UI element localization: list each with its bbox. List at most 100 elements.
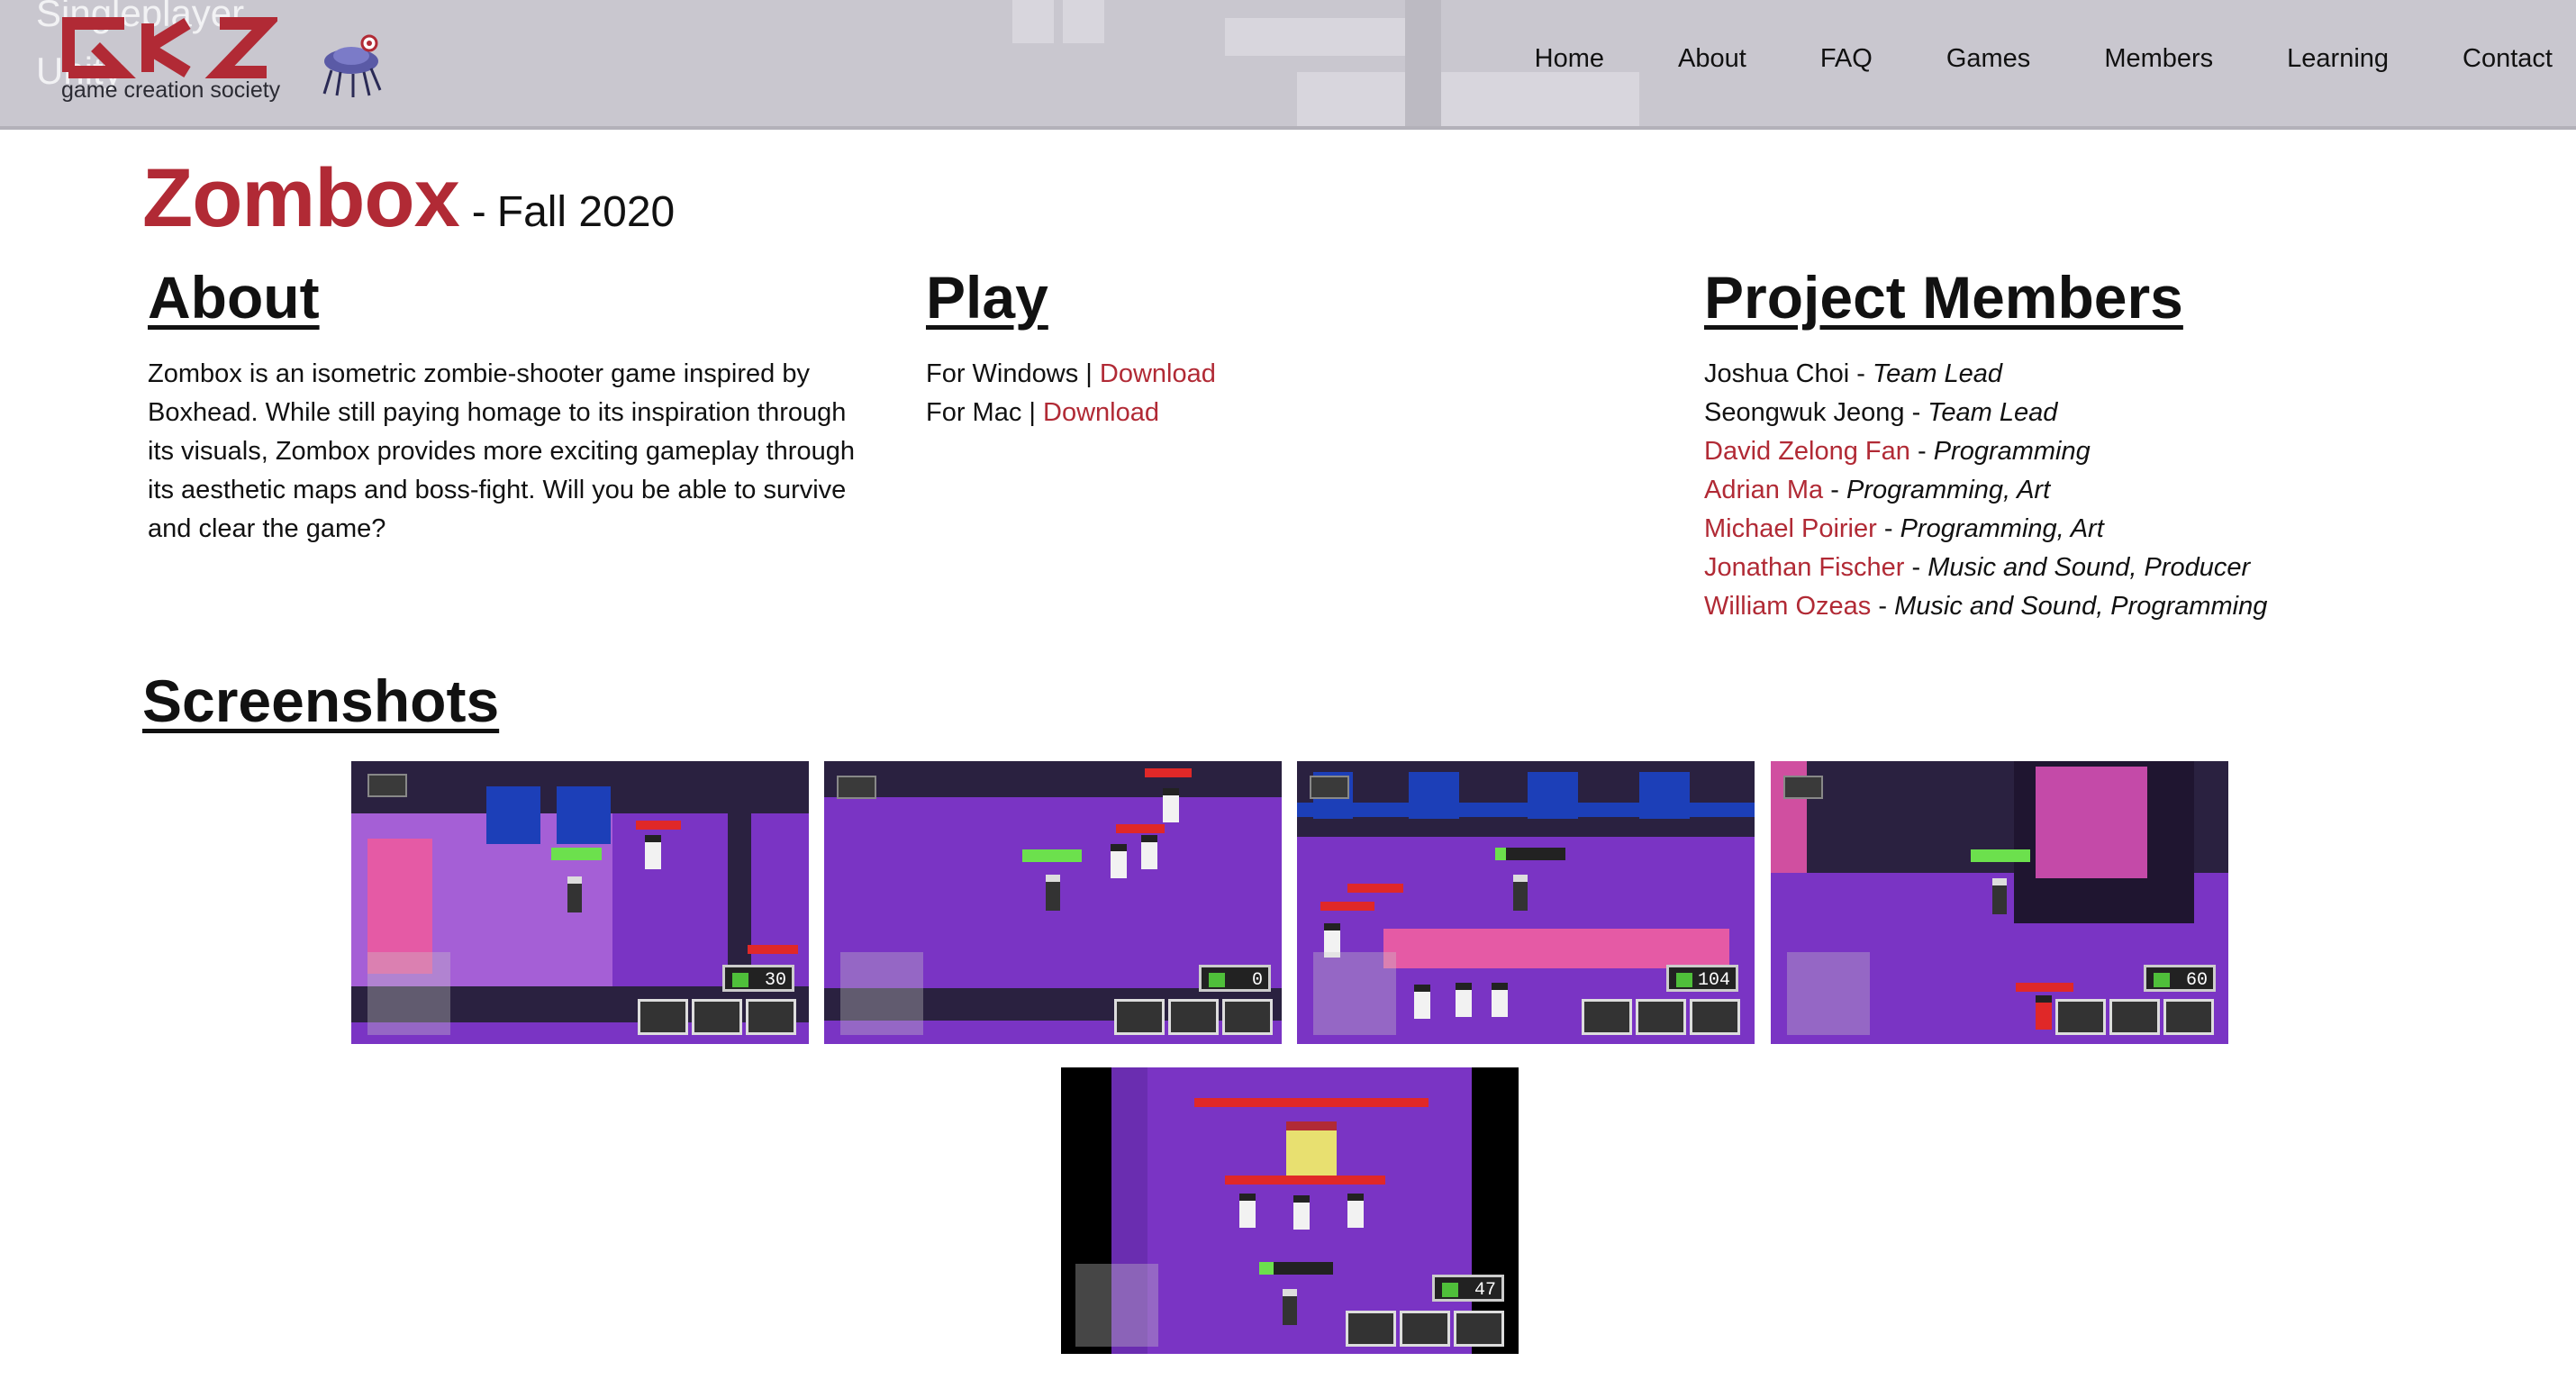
main-nav: Home About FAQ Games Members Learning Co… (1461, 0, 2576, 117)
nav-members[interactable]: Members (2104, 44, 2213, 74)
download-mac-link[interactable]: Download (1043, 398, 1159, 427)
nav-home[interactable]: Home (1535, 44, 1604, 74)
member-item: David Zelong Fan - Programming (1704, 432, 2267, 471)
enemy-health-bar (2016, 983, 2073, 992)
member-name-link[interactable]: Jonathan Fischer (1704, 553, 1904, 582)
member-separator: - (1917, 437, 1927, 466)
zombie-sprite (645, 835, 661, 869)
nav-about[interactable]: About (1678, 44, 1746, 74)
nav-games[interactable]: Games (1946, 44, 2030, 74)
money-counter: 30 (722, 965, 794, 992)
member-name-link[interactable]: Michael Poirier (1704, 514, 1877, 543)
header-bg-block (1063, 0, 1104, 43)
about-line: its aesthetic maps and boss-fight. Will … (148, 476, 847, 504)
play-separator: | (1085, 359, 1093, 388)
header-bg-block (1225, 18, 1414, 56)
about-line: Boxhead. While still paying homage to it… (148, 398, 847, 427)
member-role: Team Lead (1873, 359, 2003, 388)
money-counter: 0 (1199, 965, 1271, 992)
member-name-link[interactable]: David Zelong Fan (1704, 437, 1910, 466)
zombie-sprite (1414, 985, 1430, 1019)
member-role: Programming, Art (1900, 514, 2104, 543)
game-semester: Fall 2020 (496, 188, 676, 236)
player-health-bar (1022, 849, 1082, 862)
player-sprite (1513, 875, 1528, 911)
member-role: Programming, Art (1846, 476, 2051, 504)
weapon-slots (1114, 999, 1273, 1035)
scene-wall (824, 761, 1282, 797)
member-separator: - (1878, 592, 1888, 621)
member-item: Jonathan Fischer - Music and Sound, Prod… (1704, 549, 2267, 587)
zombie-sprite (1163, 788, 1179, 822)
money-counter: 104 (1666, 965, 1738, 992)
zombie-sprite (1492, 983, 1508, 1017)
download-windows-link[interactable]: Download (1100, 359, 1216, 388)
zombie-sprite (1347, 1194, 1364, 1228)
member-item: Michael Poirier - Programming, Art (1704, 510, 2267, 549)
about-line: Zombox is an isometric zombie-shooter ga… (148, 359, 810, 388)
player-health-bar (551, 848, 602, 860)
enemy-health-bar (1145, 768, 1192, 777)
key-counter (367, 774, 407, 797)
player-sprite (1283, 1289, 1297, 1325)
minimap (367, 952, 450, 1035)
screenshots-heading: Screenshots (142, 667, 500, 734)
screenshot-3[interactable]: 104 (1297, 761, 1755, 1044)
member-name-link[interactable]: Adrian Ma (1704, 476, 1823, 504)
member-separator: - (1830, 476, 1839, 504)
play-heading: Play (926, 264, 1048, 331)
scene-wall (728, 761, 751, 995)
screenshot-2[interactable]: 0 (824, 761, 1282, 1044)
play-separator: | (1029, 398, 1036, 427)
zombie-sprite (1239, 1194, 1256, 1228)
nav-contact[interactable]: Contact (2463, 44, 2553, 74)
scene-locker (486, 786, 540, 844)
member-name: Seongwuk Jeong (1704, 398, 1905, 427)
member-separator: - (1911, 398, 1921, 427)
player-health-bar (1971, 849, 2030, 862)
minimap (1313, 952, 1396, 1035)
enemy-health-bar (636, 821, 681, 830)
scene-locker (1528, 772, 1578, 819)
scene-locker (557, 786, 611, 844)
game-title: Zombox (142, 152, 460, 244)
member-separator: - (1856, 359, 1865, 388)
member-role: Team Lead (1927, 398, 2058, 427)
weapon-slots (638, 999, 796, 1035)
platform-label: For Mac (926, 398, 1022, 427)
member-name-link[interactable]: William Ozeas (1704, 592, 1871, 621)
platform-label: For Windows (926, 359, 1079, 388)
play-item-windows: For Windows | Download (926, 355, 1216, 394)
about-description: Zombox is an isometric zombie-shooter ga… (148, 355, 886, 549)
player-health-bar (1259, 1262, 1333, 1275)
screenshot-1[interactable]: 30 (351, 761, 809, 1044)
weapon-slots (2055, 999, 2214, 1035)
money-counter: 47 (1432, 1275, 1504, 1302)
enemy-health-bar (748, 945, 798, 954)
member-separator: - (1911, 553, 1921, 582)
scene-pink-block (1383, 929, 1729, 968)
nav-faq[interactable]: FAQ (1820, 44, 1873, 74)
screenshot-5[interactable]: 47 (1061, 1067, 1519, 1354)
nav-learning[interactable]: Learning (2287, 44, 2389, 74)
header-bg-block (1012, 0, 1054, 43)
title-separator: - (471, 188, 486, 236)
zombie-sprite (1293, 1195, 1310, 1230)
player-sprite (1046, 875, 1060, 911)
member-item: Seongwuk Jeong - Team Lead (1704, 394, 2267, 432)
key-counter (1310, 776, 1349, 799)
weapon-slots (1346, 1311, 1504, 1347)
member-role: Programming (1933, 437, 2091, 466)
zombie-sprite (1111, 844, 1127, 878)
minimap (1787, 952, 1870, 1035)
zombie-sprite (1141, 835, 1157, 869)
enemy-health-bar (1347, 884, 1403, 893)
boss-sprite (2036, 995, 2052, 1030)
key-counter (1783, 776, 1823, 799)
scene-locker (1639, 772, 1690, 819)
members-list: Joshua Choi - Team Lead Seongwuk Jeong -… (1704, 355, 2267, 626)
member-role: Music and Sound, Programming (1894, 592, 2268, 621)
about-line: its visuals, Zombox provides more exciti… (148, 437, 855, 466)
screenshot-4[interactable]: 60 (1771, 761, 2228, 1044)
mascot-icon (322, 34, 382, 97)
